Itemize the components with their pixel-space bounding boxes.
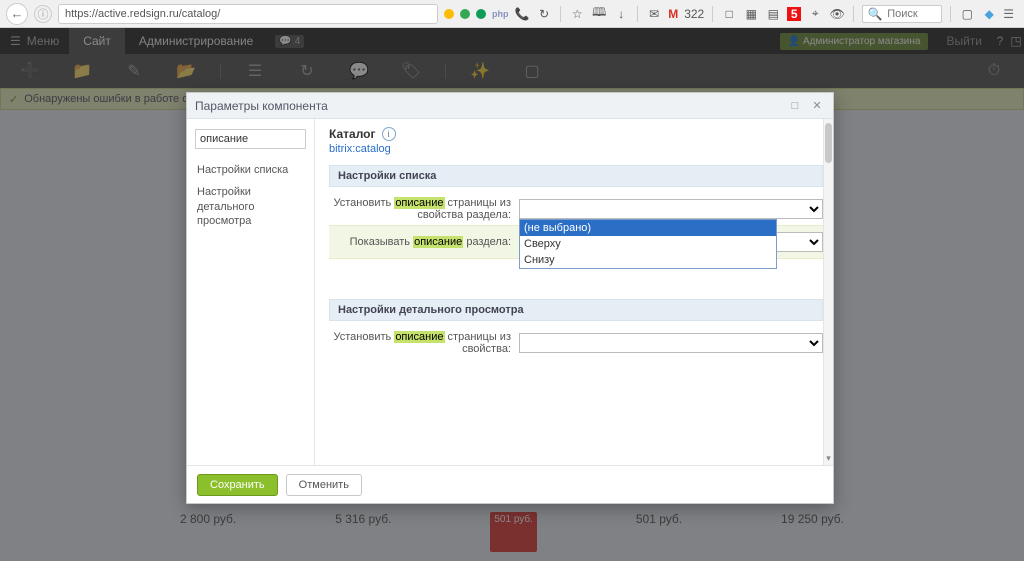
tree-item-list-settings[interactable]: Настройки списка xyxy=(195,159,306,181)
ext-icon-yellow[interactable] xyxy=(444,9,454,19)
ext-icon-php[interactable]: php xyxy=(492,6,508,22)
back-button[interactable]: ← xyxy=(6,3,28,25)
label-part2: страницы из свойства: xyxy=(445,331,512,355)
content-scrollbar[interactable]: ▾ xyxy=(823,119,833,465)
mail-icon[interactable]: ✉ xyxy=(646,6,662,22)
dropdown-show-section-description: (не выбрано) Сверху Снизу xyxy=(519,219,777,269)
scrollbar-thumb[interactable] xyxy=(825,123,832,163)
ext-icon-green[interactable] xyxy=(460,9,470,19)
section-list-settings: Настройки списка xyxy=(329,165,823,187)
modal-content: Каталог i bitrix:catalog Настройки списк… xyxy=(315,119,833,465)
save-button-label: Сохранить xyxy=(210,479,265,491)
target-icon[interactable]: ⌖ xyxy=(807,6,823,22)
component-title-row: Каталог i xyxy=(329,127,823,141)
ext-icon-5[interactable]: 5 xyxy=(787,7,801,21)
label-part2: раздела: xyxy=(463,236,511,248)
label-part: Установить xyxy=(334,331,395,343)
component-settings-modal: Параметры компонента □ ✕ Настройки списк… xyxy=(186,92,834,504)
download-icon[interactable]: ↓ xyxy=(613,6,629,22)
site-info-icon[interactable]: ⓘ xyxy=(34,5,52,23)
maximize-button[interactable]: □ xyxy=(787,98,803,114)
sidebar-search-input[interactable] xyxy=(195,129,306,149)
section-detail-settings: Настройки детального просмотра xyxy=(329,299,823,321)
browser-search-input[interactable] xyxy=(887,8,937,20)
cancel-button[interactable]: Отменить xyxy=(286,474,362,496)
label-part: Установить xyxy=(334,197,395,209)
label-part: Показывать xyxy=(350,236,413,248)
dropdown-option-top[interactable]: Сверху xyxy=(520,236,776,252)
modal-sidebar: Настройки списка Настройки детального пр… xyxy=(187,119,315,465)
label-highlight: описание xyxy=(394,197,444,209)
tree-item-detail-settings[interactable]: Настройки детального просмотра xyxy=(195,181,306,232)
close-button[interactable]: ✕ xyxy=(809,98,825,114)
url-text: https://active.redsign.ru/catalog/ xyxy=(65,8,220,20)
modal-body: Настройки списка Настройки детального пр… xyxy=(187,119,833,465)
star-icon[interactable]: ☆ xyxy=(569,6,585,22)
grid-icon[interactable]: □ xyxy=(721,6,737,22)
box-icon[interactable]: ▢ xyxy=(959,6,975,22)
component-title: Каталог xyxy=(329,127,376,141)
dropdown-option-none[interactable]: (не выбрано) xyxy=(520,220,776,236)
chevron-down-icon[interactable]: ▾ xyxy=(824,453,833,465)
component-code[interactable]: bitrix:catalog xyxy=(329,143,823,155)
select-set-from-section-property[interactable] xyxy=(519,199,823,219)
label-highlight: описание xyxy=(413,236,463,248)
page-icon[interactable]: ▤ xyxy=(765,6,781,22)
ext-icon-green2[interactable] xyxy=(476,9,486,19)
reload-icon[interactable]: ↻ xyxy=(536,6,552,22)
dropdown-option-bottom[interactable]: Снизу xyxy=(520,252,776,268)
search-icon: 🔍 xyxy=(867,6,883,22)
browser-toolbar: ← ⓘ https://active.redsign.ru/catalog/ p… xyxy=(0,0,1024,28)
select-set-from-property[interactable] xyxy=(519,333,823,353)
browser-search[interactable]: 🔍 xyxy=(862,5,942,23)
bookmarks-icon[interactable]: 🕮 xyxy=(591,6,607,22)
menu-icon[interactable]: ☰ xyxy=(1003,7,1014,21)
row-set-from-property: Установить описание страницы из свойства… xyxy=(329,327,823,359)
browser-right-icons: php 📞 ↻ ☆ 🕮 ↓ ✉ M 322 □ ▦ ▤ 5 ⌖ 👁 🔍 ▢ ◆ … xyxy=(444,5,1018,23)
modal-titlebar[interactable]: Параметры компонента □ ✕ xyxy=(187,93,833,119)
label-highlight: описание xyxy=(394,331,444,343)
cancel-button-label: Отменить xyxy=(299,479,349,491)
ext-icon-phone[interactable]: 📞 xyxy=(514,6,530,22)
modal-footer: Сохранить Отменить xyxy=(187,465,833,503)
save-button[interactable]: Сохранить xyxy=(197,474,278,496)
diamond-icon[interactable]: ◆ xyxy=(981,6,997,22)
gmail-label: M xyxy=(668,7,678,21)
modal-title: Параметры компонента xyxy=(195,99,328,113)
label-set-from-section-property: Установить описание страницы из свойства… xyxy=(329,197,519,221)
label-set-from-property: Установить описание страницы из свойства… xyxy=(329,331,519,355)
label-show-section-description: Показывать описание раздела: xyxy=(329,236,519,248)
address-bar[interactable]: https://active.redsign.ru/catalog/ xyxy=(58,4,438,24)
grid2-icon[interactable]: ▦ xyxy=(743,6,759,22)
eye-icon[interactable]: 👁 xyxy=(829,6,845,22)
gmail-count: 322 xyxy=(684,7,704,21)
info-icon[interactable]: i xyxy=(382,127,396,141)
